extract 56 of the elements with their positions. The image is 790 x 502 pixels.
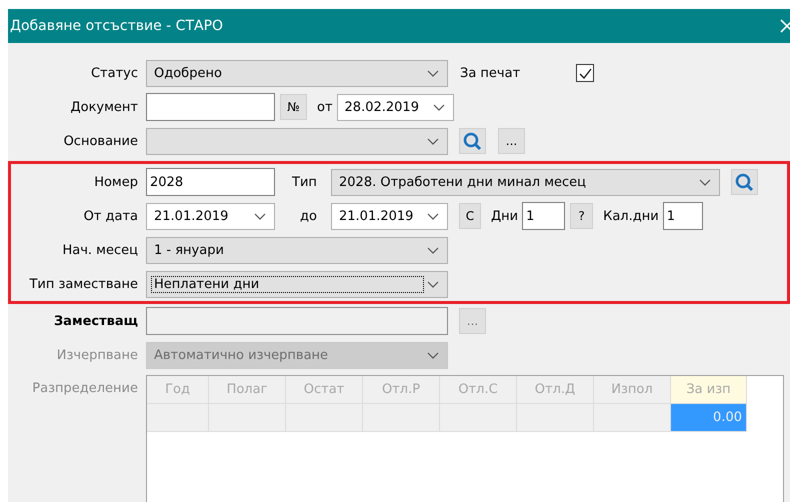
field-label: Основание bbox=[62, 134, 139, 148]
print-checkbox[interactable] bbox=[576, 64, 594, 82]
chevron-icon bbox=[427, 280, 439, 288]
help-button[interactable]: ? bbox=[570, 203, 594, 229]
column-header: Полаг bbox=[209, 376, 286, 404]
search-button[interactable] bbox=[459, 128, 486, 154]
field-label: От дата bbox=[82, 208, 139, 224]
chevron-icon bbox=[427, 138, 439, 144]
chevron-icon bbox=[427, 246, 439, 254]
column-header: Изпол bbox=[594, 376, 671, 404]
chevron-icon bbox=[427, 352, 439, 358]
more-button[interactable]: ... bbox=[498, 128, 525, 154]
window-title: Добавяне отсъствие - СТАРО bbox=[10, 18, 224, 34]
column-header: Год bbox=[147, 376, 209, 404]
field-label: Статус bbox=[90, 66, 139, 80]
number-field[interactable]: 2028 bbox=[146, 168, 275, 196]
days-field[interactable]: 1 bbox=[522, 202, 566, 230]
field-label: от bbox=[317, 100, 333, 114]
document-field[interactable] bbox=[146, 93, 275, 121]
column-header: За изп bbox=[671, 376, 747, 404]
column-header: Отл.Д bbox=[517, 376, 594, 404]
column-header: Отл.С bbox=[440, 376, 517, 404]
number-button[interactable]: № bbox=[280, 94, 307, 120]
field-label: Нач. месец bbox=[62, 242, 139, 258]
month-dropdown[interactable]: 1 - януари bbox=[146, 236, 448, 264]
search-icon bbox=[463, 132, 482, 150]
field-label: до bbox=[300, 208, 318, 224]
chevron-icon bbox=[427, 70, 439, 76]
chevron-icon bbox=[254, 212, 266, 220]
search-icon bbox=[735, 172, 754, 192]
date-picker[interactable]: 28.02.2019 bbox=[336, 94, 454, 120]
chevron-icon bbox=[699, 178, 711, 186]
field-label: Кал.дни bbox=[603, 208, 659, 224]
field-label: Тип заместване bbox=[28, 276, 139, 292]
date-picker[interactable]: 21.01.2019 bbox=[146, 202, 275, 230]
field-label: Тип bbox=[292, 174, 318, 190]
field-label: Дни bbox=[491, 208, 518, 224]
field-label: За печат bbox=[460, 66, 520, 80]
field-label: Заместващ bbox=[52, 314, 139, 328]
type-dropdown[interactable]: 2028. Отработени дни минал месец bbox=[331, 168, 720, 196]
field-label: Номер bbox=[93, 174, 139, 190]
chevron-icon bbox=[427, 212, 439, 220]
field-label: Документ bbox=[69, 100, 139, 114]
c-button[interactable]: C bbox=[459, 203, 481, 229]
calendar-days-field[interactable]: 1 bbox=[662, 202, 703, 230]
field-label: Разпределение bbox=[31, 380, 139, 396]
status-dropdown[interactable]: Одобрено bbox=[146, 60, 448, 86]
close-icon[interactable] bbox=[780, 18, 790, 34]
field-label: Изчерпване bbox=[56, 348, 139, 362]
column-header: Остат bbox=[286, 376, 363, 404]
substitution-dropdown[interactable]: Неплатени дни bbox=[146, 270, 448, 298]
chevron-icon bbox=[432, 104, 445, 110]
table-cell: 0.00 bbox=[671, 404, 747, 432]
date-picker[interactable]: 21.01.2019 bbox=[331, 202, 448, 230]
column-header: Отл.Р bbox=[363, 376, 440, 404]
search-button[interactable] bbox=[731, 169, 758, 195]
